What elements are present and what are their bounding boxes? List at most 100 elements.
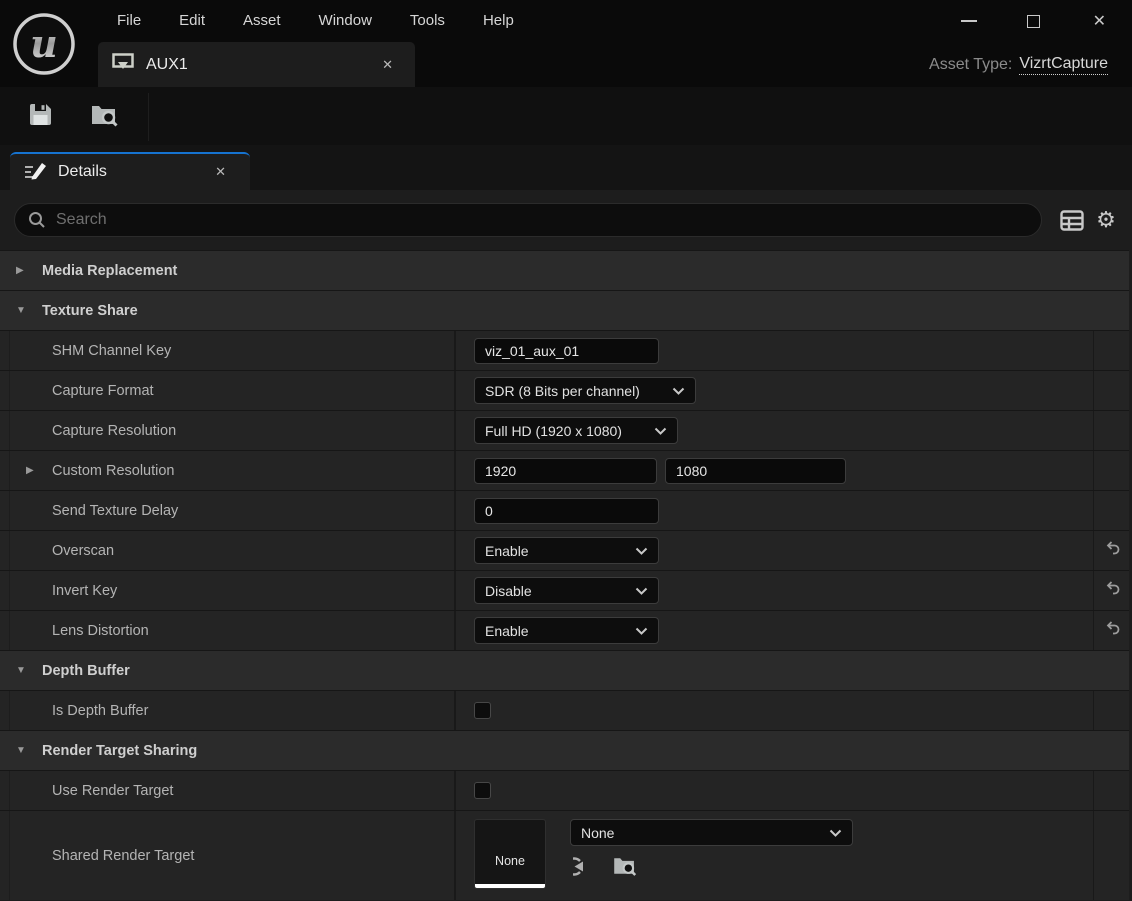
chevron-down-icon <box>672 387 685 395</box>
details-tab[interactable]: Details ✕ <box>10 152 250 190</box>
shm-channel-key-input[interactable] <box>474 338 659 364</box>
details-panel: Details ✕ ⚙ <box>0 145 1132 901</box>
reset-column <box>1093 451 1129 490</box>
chevron-down-icon <box>635 627 648 635</box>
window-controls: ✕ <box>936 0 1132 42</box>
thumbnail-label: None <box>495 854 525 868</box>
minimize-button[interactable] <box>936 0 1001 42</box>
asset-type-link[interactable]: VizrtCapture <box>1019 55 1108 75</box>
row-gutter <box>0 331 10 370</box>
use-selected-asset-button[interactable] <box>573 855 598 883</box>
editor-tab-label: AUX1 <box>146 56 382 74</box>
shared-render-target-dropdown[interactable]: None <box>570 819 853 846</box>
section-header-texture-share[interactable]: ▼ Texture Share <box>0 290 1129 330</box>
property-row-shm-channel-key: SHM Channel Key <box>0 330 1129 370</box>
search-input[interactable] <box>56 211 1041 229</box>
row-gutter <box>0 451 10 490</box>
row-gutter <box>0 771 10 810</box>
display-filter-button[interactable] <box>1058 207 1086 233</box>
minimize-icon <box>961 20 977 22</box>
details-tab-close-icon[interactable]: ✕ <box>215 164 226 180</box>
browse-to-asset-button[interactable] <box>80 95 128 139</box>
menu-asset[interactable]: Asset <box>224 0 300 42</box>
dropdown-value: SDR (8 Bits per channel) <box>485 383 640 399</box>
property-label: Overscan <box>52 543 114 559</box>
chevron-down-icon <box>654 427 667 435</box>
row-gutter <box>0 411 10 450</box>
details-body: ⚙ ▶ Media Replacement ▼ Texture Share SH… <box>0 190 1132 901</box>
section-label: Depth Buffer <box>42 663 130 679</box>
chevron-right-icon[interactable]: ▶ <box>16 265 32 276</box>
chevron-down-icon[interactable]: ▼ <box>16 665 32 676</box>
svg-text:u: u <box>30 21 58 66</box>
custom-resolution-height-input[interactable] <box>665 458 846 484</box>
property-row-invert-key: Invert Key Disable <box>0 570 1129 610</box>
editor-tab-close-icon[interactable]: ✕ <box>382 57 393 73</box>
folder-search-icon <box>89 101 119 134</box>
editor-tab-row: AUX1 ✕ Asset Type: VizrtCapture <box>0 42 1132 87</box>
menu-window[interactable]: Window <box>300 0 391 42</box>
chevron-right-icon[interactable]: ▶ <box>26 465 42 476</box>
asset-thumbnail[interactable]: None <box>474 819 546 889</box>
section-header-render-target-sharing[interactable]: ▼ Render Target Sharing <box>0 730 1129 770</box>
undo-arrow-icon <box>1102 581 1121 596</box>
chevron-down-icon <box>635 587 648 595</box>
search-row: ⚙ <box>0 190 1132 250</box>
search-bar[interactable] <box>14 203 1042 237</box>
row-gutter <box>0 491 10 530</box>
reset-to-default-button[interactable] <box>1102 581 1121 601</box>
menu-help[interactable]: Help <box>464 0 533 42</box>
chevron-down-icon <box>829 829 842 837</box>
save-button[interactable] <box>16 95 64 139</box>
property-row-is-depth-buffer: Is Depth Buffer <box>0 690 1129 730</box>
reset-column <box>1093 771 1129 810</box>
asset-type: Asset Type: VizrtCapture <box>929 42 1108 87</box>
custom-resolution-width-input[interactable] <box>474 458 657 484</box>
menu-tools[interactable]: Tools <box>391 0 464 42</box>
property-grid: ▶ Media Replacement ▼ Texture Share SHM … <box>0 250 1129 900</box>
reset-column <box>1093 371 1129 410</box>
overscan-dropdown[interactable]: Enable <box>474 537 659 564</box>
chevron-down-icon[interactable]: ▼ <box>16 305 32 316</box>
row-gutter <box>0 691 10 730</box>
close-button[interactable]: ✕ <box>1067 0 1132 42</box>
pencil-details-icon <box>22 159 48 186</box>
invert-key-dropdown[interactable]: Disable <box>474 577 659 604</box>
chevron-down-icon[interactable]: ▼ <box>16 745 32 756</box>
asset-toolbar <box>0 87 1132 145</box>
property-row-overscan: Overscan Enable <box>0 530 1129 570</box>
capture-resolution-dropdown[interactable]: Full HD (1920 x 1080) <box>474 417 678 444</box>
maximize-icon <box>1027 15 1040 28</box>
property-label: Custom Resolution <box>52 463 175 479</box>
section-header-depth-buffer[interactable]: ▼ Depth Buffer <box>0 650 1129 690</box>
undo-arrow-icon <box>1102 541 1121 556</box>
capture-format-dropdown[interactable]: SDR (8 Bits per channel) <box>474 377 696 404</box>
property-label: Capture Format <box>52 383 154 399</box>
property-label: Is Depth Buffer <box>52 703 148 719</box>
reset-column <box>1093 411 1129 450</box>
folder-search-icon <box>611 854 638 878</box>
lens-distortion-dropdown[interactable]: Enable <box>474 617 659 644</box>
property-row-capture-format: Capture Format SDR (8 Bits per channel) <box>0 370 1129 410</box>
section-header-media-replacement[interactable]: ▶ Media Replacement <box>0 250 1129 290</box>
use-render-target-checkbox[interactable] <box>474 782 491 799</box>
circle-left-arrow-icon <box>573 855 598 878</box>
chevron-down-icon <box>635 547 648 555</box>
row-gutter <box>0 611 10 650</box>
floppy-disk-icon <box>27 101 54 133</box>
property-row-shared-render-target: Shared Render Target None None <box>0 810 1129 900</box>
section-label: Texture Share <box>42 303 138 319</box>
menu-edit[interactable]: Edit <box>160 0 224 42</box>
property-row-send-texture-delay: Send Texture Delay <box>0 490 1129 530</box>
editor-tab-aux1[interactable]: AUX1 ✕ <box>98 42 415 87</box>
reset-to-default-button[interactable] <box>1102 541 1121 561</box>
dropdown-value: Disable <box>485 583 532 599</box>
menu-file[interactable]: File <box>98 0 160 42</box>
section-label: Media Replacement <box>42 263 177 279</box>
send-texture-delay-input[interactable] <box>474 498 659 524</box>
reset-to-default-button[interactable] <box>1102 621 1121 641</box>
is-depth-buffer-checkbox[interactable] <box>474 702 491 719</box>
settings-button[interactable]: ⚙ <box>1092 207 1120 233</box>
browse-to-asset-button[interactable] <box>611 854 638 883</box>
maximize-button[interactable] <box>1001 0 1066 42</box>
